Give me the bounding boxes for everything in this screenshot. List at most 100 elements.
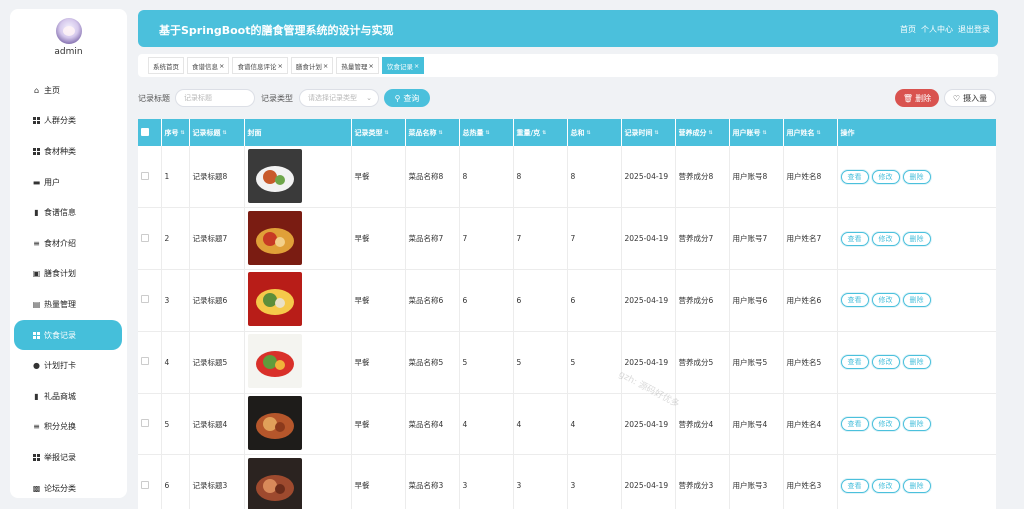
view-button[interactable]: 查看	[840, 293, 869, 308]
bar-chart-icon: ▮	[34, 208, 39, 218]
sort-icon[interactable]: ⇅	[587, 130, 591, 136]
user-icon: ●	[33, 361, 40, 371]
intake-button[interactable]: ♡ 摄入量	[944, 89, 996, 107]
view-button[interactable]: 查看	[840, 231, 869, 246]
edit-button[interactable]: 修改	[871, 417, 900, 432]
column-header-1[interactable]: 记录标题 ⇅	[189, 119, 245, 146]
sort-icon[interactable]: ⇅	[439, 130, 443, 136]
sort-icon[interactable]: ⇅	[223, 130, 227, 136]
sidebar-item-1[interactable]: 人群分类	[10, 106, 127, 137]
close-icon[interactable]: ×	[368, 62, 373, 70]
sidebar-item-label: 主页	[44, 85, 60, 95]
sidebar-item-0[interactable]: ⌂ 主页	[10, 75, 127, 106]
tab-4[interactable]: 热量管理 ×	[336, 57, 379, 74]
sidebar-item-10[interactable]: ▮ 礼品商城	[10, 381, 127, 412]
sort-icon[interactable]: ⇅	[542, 130, 546, 136]
delete-button[interactable]: 删除	[902, 417, 931, 432]
clipboard-icon: ▩	[32, 483, 41, 493]
record-title-input[interactable]: 记录标题	[175, 89, 255, 107]
column-header-9[interactable]: 营养成分 ⇅	[675, 119, 730, 146]
profile-center-link[interactable]: 个人中心	[921, 24, 953, 35]
sidebar-item-3[interactable]: ▬ 用户	[10, 167, 127, 198]
edit-button[interactable]: 修改	[871, 169, 900, 184]
sidebar-item-8[interactable]: 饮食记录	[14, 319, 122, 351]
close-icon[interactable]: ×	[414, 62, 419, 70]
tab-1[interactable]: 食谱信息 ×	[187, 57, 230, 74]
batch-delete-button[interactable]: 🗑 删除	[895, 89, 939, 107]
tab-5[interactable]: 饮食记录 ×	[381, 57, 425, 74]
sidebar-item-7[interactable]: ▤ 热量管理	[10, 289, 127, 320]
cell-type: 早餐	[351, 269, 406, 332]
record-type-select[interactable]: 请选择记录类型 ⌄	[299, 89, 379, 107]
view-button[interactable]: 查看	[840, 355, 869, 370]
cell-nutrition: 营养成分5	[675, 331, 730, 394]
actions-cell: 查看 修改 删除	[837, 331, 996, 394]
view-button[interactable]: 查看	[840, 169, 869, 184]
delete-button[interactable]: 删除	[902, 355, 931, 370]
select-all-checkbox[interactable]	[141, 127, 149, 136]
row-checkbox[interactable]	[141, 171, 149, 180]
edit-button[interactable]: 修改	[871, 293, 900, 308]
query-button[interactable]: ⚲ 查询	[384, 89, 430, 107]
table-row[interactable]: 6 记录标题3 早餐 菜品名称3 3 3 3 2025-04-19 营养成分3 用户账号3 用户姓名…	[138, 454, 996, 509]
edit-button[interactable]: 修改	[871, 231, 900, 246]
column-header-4[interactable]: 菜品名称 ⇅	[405, 119, 460, 146]
row-checkbox[interactable]	[141, 419, 149, 428]
edit-button[interactable]: 修改	[871, 478, 900, 493]
sort-icon[interactable]: ⇅	[709, 130, 713, 136]
sidebar-item-11[interactable]: ≡ 积分兑换	[10, 412, 127, 443]
tab-0[interactable]: 系统首页	[148, 57, 184, 74]
home-link[interactable]: 首页	[900, 24, 916, 35]
table-row[interactable]: 4 记录标题5 早餐 菜品名称5 5 5 5 2025-04-19 营养成分5 用户账号5 用户姓名…	[138, 331, 996, 394]
table-row[interactable]: 1 记录标题8 早餐 菜品名称8 8 8 8 2025-04-19 营养成分8 用户账号8 用户姓名…	[138, 146, 996, 209]
table-row[interactable]: 2 记录标题7 早餐 菜品名称7 7 7 7 2025-04-19 营养成分7 用户账号7 用户姓名…	[138, 207, 996, 271]
view-button[interactable]: 查看	[840, 478, 869, 493]
tab-2[interactable]: 食谱信息评论 ×	[232, 57, 288, 74]
row-checkbox[interactable]	[141, 357, 149, 366]
row-checkbox[interactable]	[141, 480, 149, 489]
row-checkbox[interactable]	[141, 295, 149, 304]
delete-button[interactable]: 删除	[902, 478, 931, 493]
edit-button[interactable]: 修改	[871, 355, 900, 370]
sidebar-item-13[interactable]: ▩ 论坛分类	[10, 473, 127, 504]
sort-icon[interactable]: ⇅	[181, 130, 185, 136]
sort-icon[interactable]: ⇅	[817, 130, 821, 136]
sort-icon[interactable]: ⇅	[385, 130, 389, 136]
table-row[interactable]: 3 记录标题6 早餐 菜品名称6 6 6 6 2025-04-19 营养成分6 用户账号6 用户姓名…	[138, 269, 996, 332]
sidebar-item-2[interactable]: 食材种类	[10, 136, 127, 167]
row-select-cell	[138, 146, 162, 209]
sidebar-item-label: 热量管理	[44, 299, 76, 309]
cell-dish: 菜品名称4	[405, 393, 460, 456]
tab-3[interactable]: 膳食计划 ×	[290, 57, 334, 74]
close-icon[interactable]: ×	[323, 62, 328, 70]
sort-icon[interactable]: ⇅	[486, 130, 490, 136]
sort-icon[interactable]: ⇅	[763, 130, 767, 136]
table-row[interactable]: 5 记录标题4 早餐 菜品名称4 4 4 4 2025-04-19 营养成分4 用户账号4 用户姓名…	[138, 393, 996, 456]
delete-button[interactable]: 删除	[902, 293, 931, 308]
logout-link[interactable]: 退出登录	[958, 24, 990, 35]
row-checkbox[interactable]	[141, 233, 149, 242]
delete-button[interactable]: 删除	[902, 169, 931, 184]
avatar[interactable]	[55, 18, 82, 44]
sidebar-item-5[interactable]: ≡ 食材介绍	[10, 228, 127, 259]
sidebar-item-4[interactable]: ▮ 食谱信息	[10, 197, 127, 228]
column-header-7[interactable]: 总和 ⇅	[567, 119, 622, 146]
sidebar-item-6[interactable]: ▣ 膳食计划	[10, 259, 127, 290]
column-header-5[interactable]: 总热量 ⇅	[459, 119, 514, 146]
delete-button[interactable]: 删除	[902, 231, 931, 246]
select-all-header[interactable]	[138, 119, 162, 146]
sidebar-item-9[interactable]: ● 计划打卡	[10, 350, 127, 381]
cell-nutrition: 营养成分8	[675, 146, 730, 209]
close-icon[interactable]: ×	[277, 62, 282, 70]
sidebar-item-12[interactable]: 举报记录	[10, 442, 127, 473]
sort-icon[interactable]: ⇅	[655, 130, 659, 136]
record-title-label: 记录标题	[138, 94, 170, 103]
column-header-3[interactable]: 记录类型 ⇅	[351, 119, 406, 146]
column-header-6[interactable]: 重量/克 ⇅	[513, 119, 568, 146]
actions-cell: 查看 修改 删除	[837, 146, 996, 209]
close-icon[interactable]: ×	[219, 62, 224, 70]
column-header-8[interactable]: 记录时间 ⇅	[621, 119, 676, 146]
column-header-11[interactable]: 用户姓名 ⇅	[783, 119, 838, 146]
column-header-10[interactable]: 用户账号 ⇅	[729, 119, 784, 146]
view-button[interactable]: 查看	[840, 417, 869, 432]
